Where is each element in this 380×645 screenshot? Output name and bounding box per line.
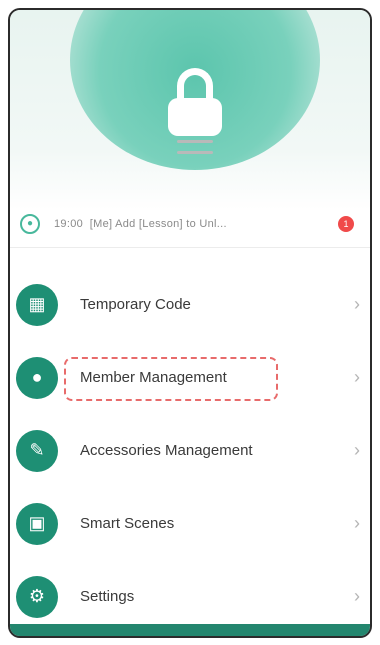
lock-icon[interactable] xyxy=(168,68,222,136)
menu-item-label: Member Management xyxy=(80,369,227,386)
chevron-right-icon: › xyxy=(354,586,360,606)
scene-icon: ▣ xyxy=(16,502,58,545)
gear-icon: ⚙ xyxy=(16,575,58,618)
status-bar-1 xyxy=(177,140,213,143)
brush-icon: ✎ xyxy=(16,429,58,472)
lock-header xyxy=(10,10,370,210)
menu-item-smart-scenes[interactable]: ▣ Smart Scenes › xyxy=(10,487,370,560)
chevron-right-icon: › xyxy=(354,513,360,533)
bottom-bar xyxy=(10,624,370,636)
chevron-right-icon: › xyxy=(354,294,360,314)
person-icon: ● xyxy=(16,356,58,399)
lock-status-bars xyxy=(177,140,213,160)
menu-list: ▦ Temporary Code › ● Member Management ›… xyxy=(10,268,370,633)
log-unread-badge: 1 xyxy=(338,215,354,232)
bell-icon: ● xyxy=(20,213,40,234)
menu-item-label: Settings xyxy=(80,588,135,605)
log-time: 19:00 xyxy=(54,217,84,230)
menu-item-label: Temporary Code xyxy=(80,296,191,313)
menu-item-settings[interactable]: ⚙ Settings › xyxy=(10,560,370,633)
status-bar-2 xyxy=(177,151,213,154)
phone-frame: ● 19:00 [Me] Add [Lesson] to Unl... 1 ▦ … xyxy=(8,8,372,638)
chevron-right-icon: › xyxy=(354,367,360,387)
lock-body xyxy=(168,98,222,136)
menu-item-accessories-management[interactable]: ✎ Accessories Management › xyxy=(10,414,370,487)
menu-item-member-management[interactable]: ● Member Management › xyxy=(10,341,370,414)
log-text: 19:00 [Me] Add [Lesson] to Unl... xyxy=(54,218,330,230)
menu-item-label: Smart Scenes xyxy=(80,515,175,532)
latest-log-row[interactable]: ● 19:00 [Me] Add [Lesson] to Unl... 1 xyxy=(10,200,370,248)
chevron-right-icon: › xyxy=(354,440,360,460)
log-message: [Me] Add [Lesson] to Unl... xyxy=(89,217,227,230)
menu-item-label: Accessories Management xyxy=(80,442,253,459)
menu-item-temporary-code[interactable]: ▦ Temporary Code › xyxy=(10,268,370,341)
keypad-icon: ▦ xyxy=(16,283,58,326)
